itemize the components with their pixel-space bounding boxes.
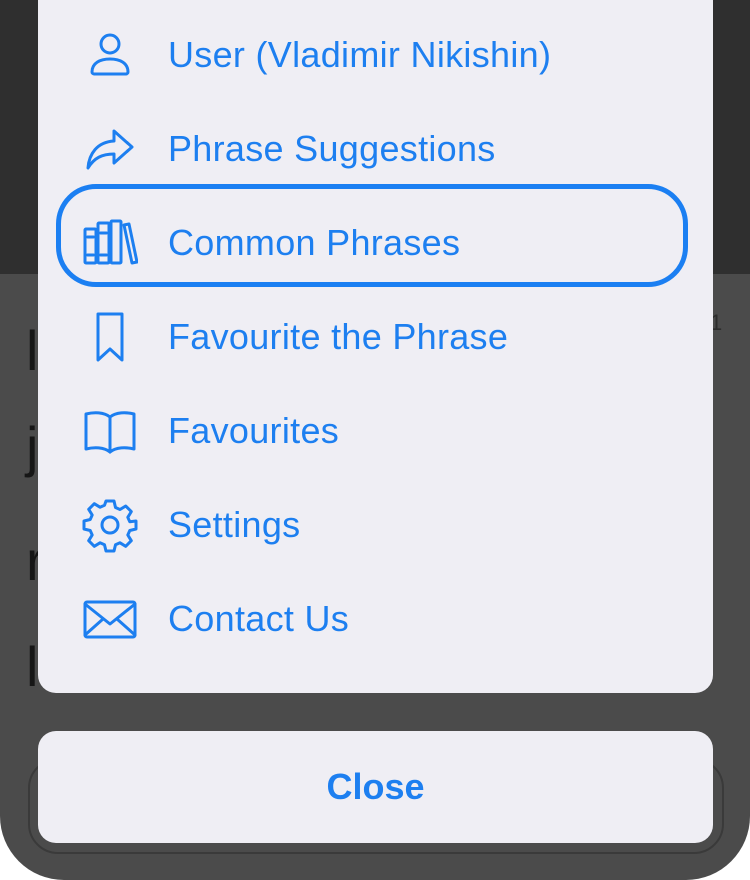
menu-item-contact-us[interactable]: Contact Us bbox=[38, 572, 713, 666]
share-arrow-icon bbox=[82, 121, 138, 177]
open-book-icon bbox=[82, 403, 138, 459]
background-glyph: l bbox=[26, 319, 39, 382]
gear-icon bbox=[82, 497, 138, 553]
close-button[interactable]: Close bbox=[38, 731, 713, 843]
menu-item-label: Favourite the Phrase bbox=[168, 316, 509, 357]
menu-item-user[interactable]: User (Vladimir Nikishin) bbox=[38, 8, 713, 102]
background-glyph: l bbox=[26, 635, 39, 698]
envelope-icon bbox=[82, 591, 138, 647]
menu-item-phrase-suggestions[interactable]: Phrase Suggestions bbox=[38, 102, 713, 196]
menu-item-label: Settings bbox=[168, 504, 301, 545]
focus-highlight bbox=[56, 184, 688, 287]
menu-item-label: Phrase Suggestions bbox=[168, 128, 496, 169]
menu-item-label: Favourites bbox=[168, 410, 340, 451]
menu-item-label: Contact Us bbox=[168, 598, 350, 639]
bookmark-icon bbox=[82, 309, 138, 365]
action-sheet: User (Vladimir Nikishin) Phrase Suggesti… bbox=[38, 0, 713, 693]
background-glyph: j bbox=[26, 415, 39, 478]
menu-item-favourite-the-phrase[interactable]: Favourite the Phrase bbox=[38, 290, 713, 384]
menu-item-settings[interactable]: Settings bbox=[38, 478, 713, 572]
user-icon bbox=[82, 27, 138, 83]
menu-item-label: User (Vladimir Nikishin) bbox=[168, 34, 552, 75]
menu-item-favourites[interactable]: Favourites bbox=[38, 384, 713, 478]
